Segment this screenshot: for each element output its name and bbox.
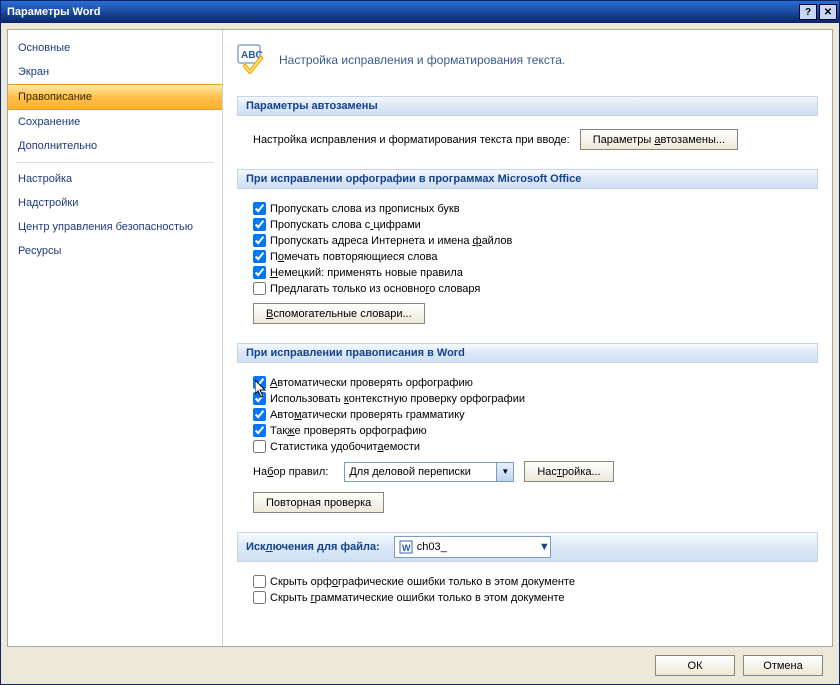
checkbox-label[interactable]: Помечать повторяющиеся слова — [270, 251, 438, 263]
sidebar-item-addins[interactable]: Надстройки — [8, 191, 222, 215]
sidebar-item-customize[interactable]: Настройка — [8, 167, 222, 191]
checkbox-label[interactable]: Немецкий: применять новые правила — [270, 267, 463, 279]
sidebar-separator — [16, 162, 214, 163]
sidebar-item-advanced[interactable]: Дополнительно — [8, 134, 222, 158]
checkbox-label[interactable]: Скрыть орфографические ошибки только в э… — [270, 576, 575, 588]
cursor-icon — [255, 380, 269, 398]
help-button[interactable]: ? — [799, 4, 817, 20]
autocorrect-desc: Настройка исправления и форматирования т… — [253, 134, 570, 146]
sidebar-item-proofing[interactable]: Правописание — [8, 84, 222, 110]
checkbox-row: Автоматически проверять грамматику — [253, 408, 810, 421]
checkbox-label[interactable]: Пропускать адреса Интернета и имена файл… — [270, 235, 512, 247]
checkbox[interactable] — [253, 424, 266, 437]
titlebar[interactable]: Параметры Word ? ✕ — [1, 1, 839, 23]
exceptions-options: Скрыть орфографические ошибки только в э… — [237, 562, 818, 615]
checkbox-label[interactable]: Также проверять орфографию — [270, 425, 427, 437]
svg-text:W: W — [402, 543, 411, 553]
checkbox[interactable] — [253, 234, 266, 247]
checkbox[interactable] — [253, 282, 266, 295]
checkbox-row: Скрыть грамматические ошибки только в эт… — [253, 591, 810, 604]
ruleset-select[interactable]: Для деловой переписки ▼ — [344, 462, 514, 482]
sidebar-item-save[interactable]: Сохранение — [8, 110, 222, 134]
custom-dictionaries-button[interactable]: Вспомогательные словари... — [253, 303, 425, 324]
checkbox[interactable] — [253, 440, 266, 453]
sidebar-item-display[interactable]: Экран — [8, 60, 222, 84]
section-word-spell-header: При исправлении правописания в Word — [237, 343, 818, 363]
checkbox[interactable] — [253, 218, 266, 231]
office-spell-options: Пропускать слова из прописных букв Пропус… — [237, 189, 818, 335]
close-button[interactable]: ✕ — [819, 4, 837, 20]
checkbox-row: Предлагать только из основного словаря — [253, 282, 810, 295]
checkbox-row: Пропускать адреса Интернета и имена файл… — [253, 234, 810, 247]
checkbox[interactable] — [253, 575, 266, 588]
grammar-settings-button[interactable]: Настройка... — [524, 461, 613, 482]
checkbox[interactable] — [253, 408, 266, 421]
checkbox-row: Немецкий: применять новые правила — [253, 266, 810, 279]
checkbox-row: Использовать контекстную проверку орфогр… — [253, 392, 810, 405]
exceptions-file-select[interactable]: W ch03_ ▼ — [394, 536, 551, 558]
checkbox-label[interactable]: Пропускать слова с цифрами — [270, 219, 421, 231]
checkbox-label[interactable]: Автоматически проверять грамматику — [270, 409, 465, 421]
ruleset-label: Набор правил: — [253, 466, 328, 478]
checkbox-row: Скрыть орфографические ошибки только в э… — [253, 575, 810, 588]
checkbox-label[interactable]: Пропускать слова из прописных букв — [270, 203, 460, 215]
dialog-body: Основные Экран Правописание Сохранение Д… — [1, 23, 839, 684]
category-sidebar: Основные Экран Правописание Сохранение Д… — [8, 30, 223, 646]
section-office-spell-header: При исправлении орфографии в программах … — [237, 169, 818, 189]
checkbox-row: Помечать повторяющиеся слова — [253, 250, 810, 263]
autocorrect-options-button[interactable]: Параметры автозамены... — [580, 129, 738, 150]
checkbox-row: Пропускать слова из прописных букв — [253, 202, 810, 215]
checkbox-row: Также проверять орфографию — [253, 424, 810, 437]
sidebar-item-main[interactable]: Основные — [8, 36, 222, 60]
page-header: ABC Настройка исправления и форматирован… — [237, 38, 818, 88]
checkbox-label[interactable]: Скрыть грамматические ошибки только в эт… — [270, 592, 565, 604]
checkbox[interactable] — [253, 266, 266, 279]
window-title: Параметры Word — [7, 6, 797, 18]
section-autocorrect-header: Параметры автозамены — [237, 96, 818, 116]
word-options-dialog: Параметры Word ? ✕ Основные Экран Правоп… — [0, 0, 840, 685]
recheck-button[interactable]: Повторная проверка — [253, 492, 384, 513]
checkbox-label[interactable]: Предлагать только из основного словаря — [270, 283, 480, 295]
ok-button[interactable]: ОК — [655, 655, 735, 676]
proofing-icon: ABC — [237, 44, 269, 76]
checkbox[interactable] — [253, 250, 266, 263]
exceptions-label: Исключения для файла: — [246, 541, 380, 553]
checkbox-row: Статистика удобочитаемости — [253, 440, 810, 453]
sidebar-item-trustcenter[interactable]: Центр управления безопасностью — [8, 215, 222, 239]
checkbox-row: Пропускать слова с цифрами — [253, 218, 810, 231]
section-exceptions-header: Исключения для файла: W ch03_ ▼ — [237, 532, 818, 562]
dropdown-arrow-icon[interactable]: ▼ — [539, 541, 550, 553]
dialog-footer: ОК Отмена — [7, 647, 833, 678]
cancel-button[interactable]: Отмена — [743, 655, 823, 676]
checkbox[interactable] — [253, 202, 266, 215]
checkbox-label[interactable]: Автоматически проверять орфографию — [270, 377, 473, 389]
word-doc-icon: W — [398, 539, 414, 555]
sidebar-item-resources[interactable]: Ресурсы — [8, 239, 222, 263]
content-panel: ABC Настройка исправления и форматирован… — [223, 30, 832, 646]
word-spell-options: Автоматически проверять орфографию Исполь… — [237, 363, 818, 524]
dropdown-arrow-icon[interactable]: ▼ — [496, 463, 513, 481]
checkbox-label[interactable]: Использовать контекстную проверку орфогр… — [270, 393, 525, 405]
checkbox[interactable] — [253, 591, 266, 604]
checkbox-label[interactable]: Статистика удобочитаемости — [270, 441, 420, 453]
page-header-text: Настройка исправления и форматирования т… — [279, 53, 565, 67]
checkbox-row: Автоматически проверять орфографию — [253, 376, 810, 389]
